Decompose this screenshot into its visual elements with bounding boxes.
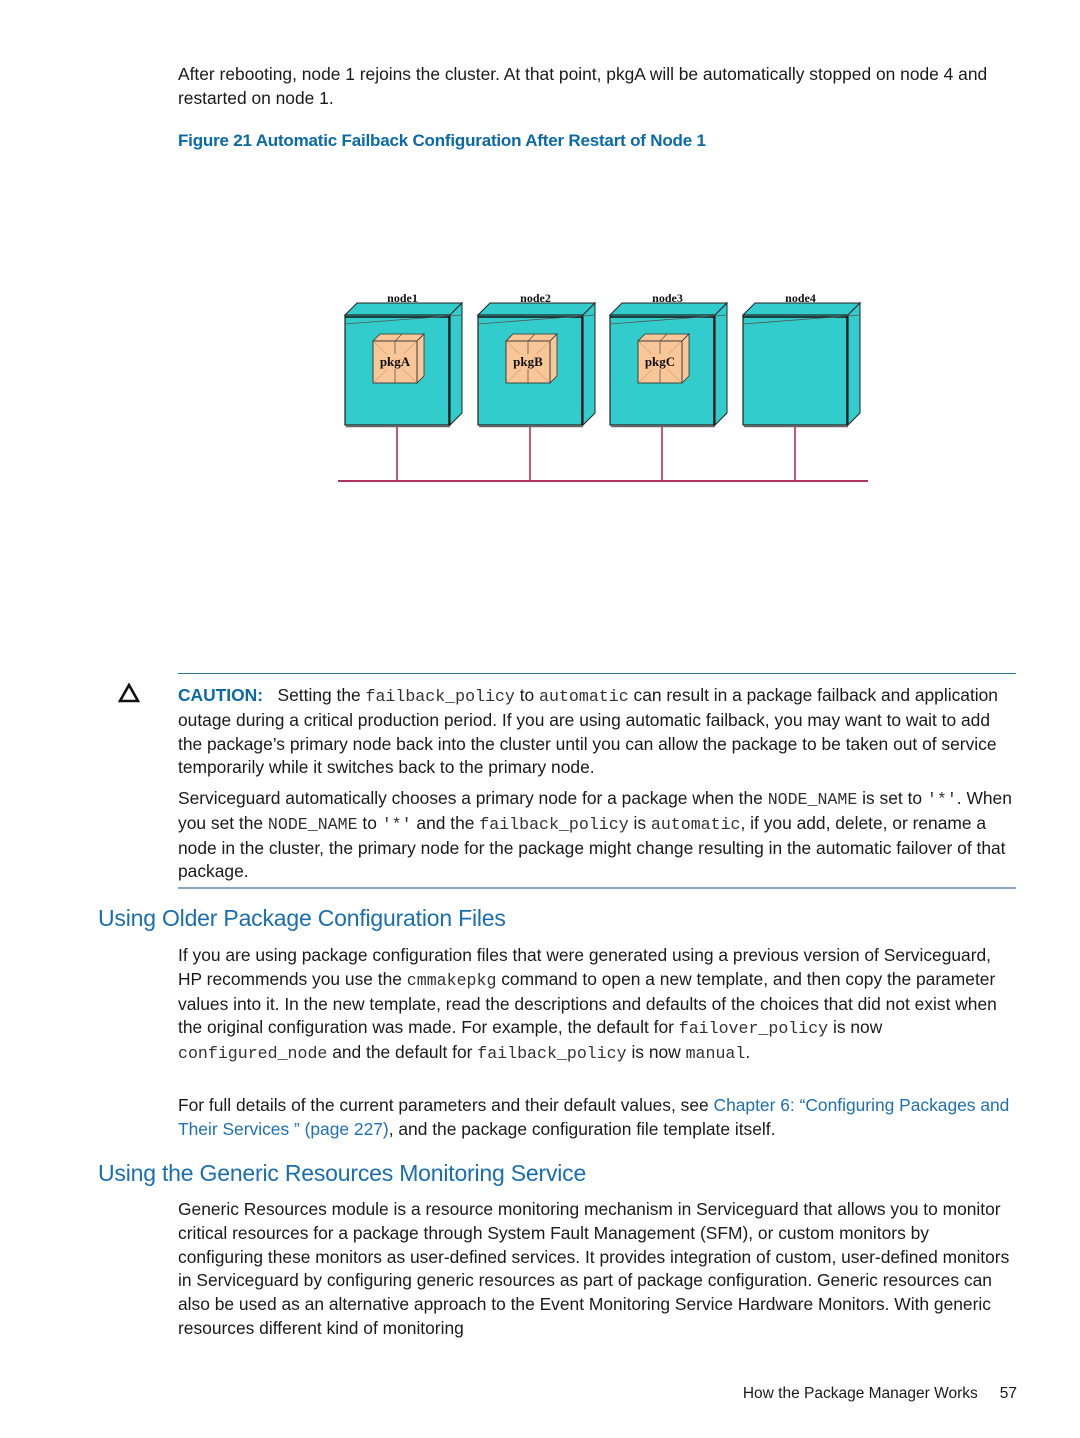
figure-label: Figure 21 [178,131,252,150]
text: Setting the [277,685,366,705]
package-label: pkgA [380,354,411,369]
package-pkgA: pkgA [372,333,425,384]
cluster-node-node3: node3pkgC [608,291,729,481]
caution-top-rule [178,673,1016,674]
code: '*' [381,814,412,834]
text: to [514,685,540,705]
cluster-diagram: node1pkgAnode2pkgBnode3pkgCnode4 [338,291,868,482]
text: . [745,1042,751,1063]
text: , and the package configuration file tem… [388,1118,776,1139]
text: is now [828,1017,883,1038]
text: and the [411,812,480,833]
text: is now [626,1042,686,1063]
cluster-node-node1: node1pkgA [343,291,464,481]
code: automatic [539,687,629,706]
code: automatic [650,814,741,834]
caution-paragraph-2: Serviceguard automatically chooses a pri… [178,787,1018,884]
page-footer: How the Package Manager Works 57 [743,1385,1017,1403]
section-heading-generic-resources: Using the Generic Resources Monitoring S… [98,1160,587,1186]
intro-paragraph: After rebooting, node 1 rejoins the clus… [178,63,1018,111]
package-label: pkgC [645,354,675,369]
code: failback_policy [477,1044,627,1064]
code: failback_policy [365,687,515,706]
warning-triangle-icon [118,683,140,703]
caution-paragraph-1: CAUTION: Setting the failback_policy to … [178,684,1018,780]
footer-section-title: How the Package Manager Works [742,1385,978,1402]
cluster-node-node2: node2pkgB [476,291,597,481]
caution-bottom-rule [178,887,1016,889]
generic-resources-paragraph: Generic Resources module is a resource m… [178,1198,1018,1341]
code: NODE_NAME [267,814,358,834]
code: cmmakepkg [406,970,497,990]
code: configured_node [178,1044,328,1064]
text: and the default for [327,1042,478,1063]
caution-label: CAUTION: [178,685,264,705]
package-pkgB: pkgB [505,333,558,384]
older-config-paragraph-1: If you are using package configuration f… [178,944,1018,1066]
code: failback_policy [479,814,629,834]
figure-title: Automatic Failback Configuration After R… [255,131,706,150]
code: '*' [926,790,957,809]
text: is set to [857,788,927,808]
code: NODE_NAME [767,790,858,809]
text: to [357,812,382,833]
text: Serviceguard automatically chooses a pri… [178,788,768,808]
page-number: 57 [999,1385,1017,1402]
text: Generic Resources module is a resource m… [178,1199,1010,1338]
older-config-paragraph-2: For full details of the current paramete… [178,1094,1018,1142]
figure-caption: Figure 21 Automatic Failback Configurati… [178,131,706,151]
text: is [628,812,651,833]
package-label: pkgB [513,354,543,369]
text: For full details of the current paramete… [178,1095,714,1115]
package-pkgC: pkgC [637,333,690,384]
intro-text: After rebooting, node 1 rejoins the clus… [178,64,988,108]
code: manual [685,1044,746,1064]
section-heading-older-config: Using Older Package Configuration Files [98,905,506,931]
cluster-node-node4: node4 [741,291,862,481]
code: failover_policy [678,1019,829,1039]
